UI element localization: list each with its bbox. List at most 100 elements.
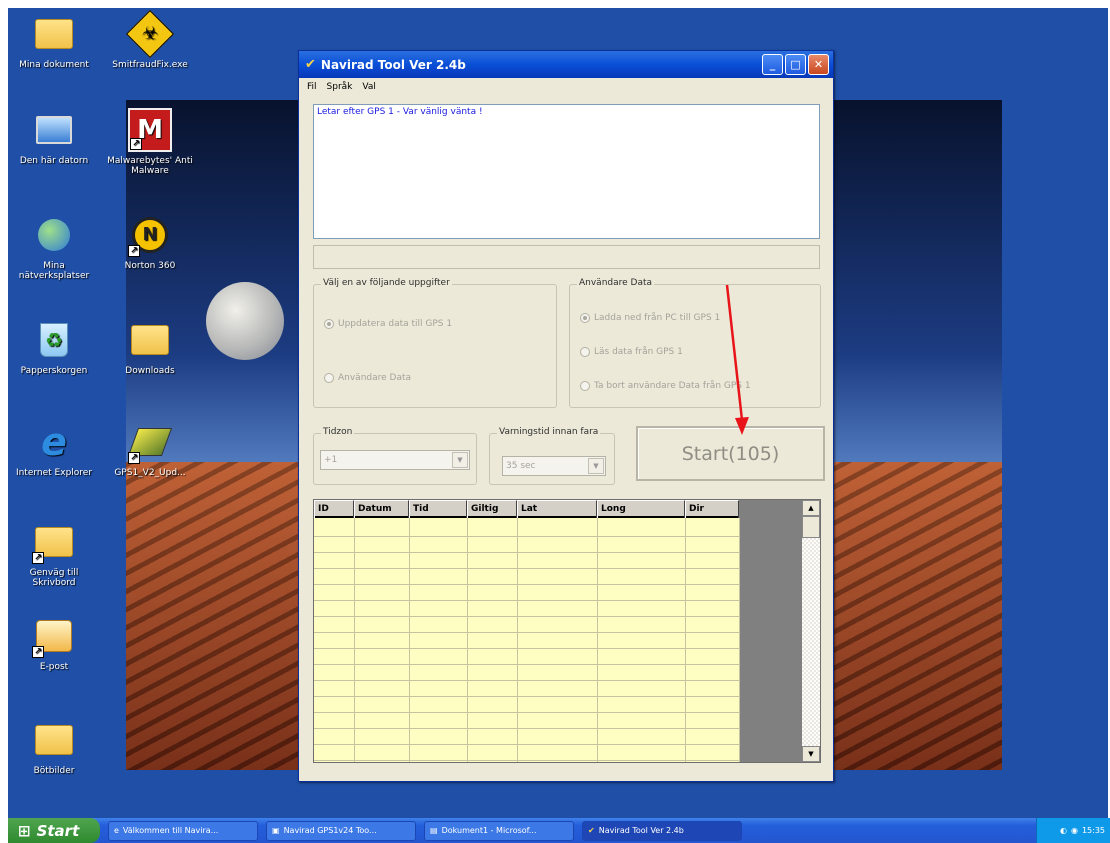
desktop-icon-botbilder[interactable]: Bötbilder (8, 718, 100, 776)
ie-icon: e (114, 826, 119, 835)
desktop-icon-internet-explorer[interactable]: e Internet Explorer (8, 420, 100, 478)
grid-row-line (314, 552, 739, 553)
window-titlebar[interactable]: ✔ Navirad Tool Ver 2.4b _ □ ✕ (299, 51, 833, 78)
log-textbox[interactable]: Letar efter GPS 1 - Var vänlig vänta ! (313, 104, 820, 239)
desktop-icon-malwarebytes[interactable]: M ↗ Malwarebytes' Anti Malware (104, 108, 196, 176)
grid-column-line (409, 518, 410, 762)
radio-user-data[interactable]: Användare Data (324, 373, 411, 383)
scroll-thumb[interactable] (802, 516, 820, 538)
clock[interactable]: 15:35 (1082, 826, 1105, 835)
column-tid[interactable]: Tid (409, 500, 467, 518)
grid-column-line (597, 518, 598, 762)
grid-column-line (517, 518, 518, 762)
radio-update-gps[interactable]: Uppdatera data till GPS 1 (324, 319, 452, 329)
window-title: Navirad Tool Ver 2.4b (320, 57, 466, 72)
email-icon: ↗ (32, 614, 76, 658)
folder-icon (128, 318, 172, 362)
grid-row-line (314, 632, 739, 633)
scroll-up-icon[interactable]: ▲ (802, 500, 820, 516)
grid-row-line (314, 600, 739, 601)
grid-row-line (314, 680, 739, 681)
desktop-icon-gps1-update[interactable]: ↗ GPS1_V2_Upd... (104, 420, 196, 478)
grid-row-line (314, 728, 739, 729)
norton-tray-icon[interactable]: ◉ (1071, 826, 1078, 835)
radio-download-pc-to-gps[interactable]: Ladda ned från PC till GPS 1 (580, 313, 720, 323)
desktop-icon-my-documents[interactable]: Mina dokument (8, 12, 100, 70)
warning-time-label: Varningstid innan fara (497, 427, 601, 437)
menu-file[interactable]: Fil (307, 82, 317, 92)
maximize-button[interactable]: □ (785, 54, 806, 75)
grid-column-line (354, 518, 355, 762)
grid-row-line (314, 664, 739, 665)
gps-update-icon: ↗ (127, 420, 173, 464)
menu-options[interactable]: Val (362, 82, 375, 92)
column-giltig[interactable]: Giltig (467, 500, 517, 518)
desktop-icon-email[interactable]: ↗ E-post (8, 614, 100, 672)
desktop-icon-my-computer[interactable]: Den här datorn (8, 108, 100, 166)
computer-icon (32, 108, 76, 152)
recycle-bin-icon: ♻ (32, 318, 76, 362)
desktop-icon-smitfraudfix[interactable]: ☣ SmitfraudFix.exe (104, 9, 196, 70)
system-tray: ◐ ◉ 15:35 (1036, 818, 1110, 843)
menubar: Fil Språk Val (299, 78, 833, 96)
ie-icon: e (41, 420, 67, 464)
word-icon: ▤ (430, 826, 438, 835)
user-data-groupbox: Användare Data Ladda ned från PC till GP… (569, 278, 821, 408)
desktop-icon-network[interactable]: Mina nätverksplatser (8, 213, 100, 281)
network-tray-icon[interactable]: ◐ (1060, 826, 1067, 835)
start-menu-button[interactable]: ⊞ Start (8, 818, 100, 843)
biohazard-icon: ☣ (125, 9, 175, 59)
tasks-groupbox: Välj en av följande uppgifter Uppdatera … (313, 278, 557, 408)
folder-shortcut-icon: ↗ (32, 520, 76, 564)
menu-language[interactable]: Språk (327, 82, 353, 92)
warning-time-groupbox: Varningstid innan fara 35 sec ▼ (489, 427, 615, 485)
grid-row-line (314, 760, 739, 761)
grid-body (314, 500, 740, 762)
taskbar-item-word[interactable]: ▤ Dokument1 - Microsof... (424, 820, 574, 841)
grid-column-line (467, 518, 468, 762)
app-icon: ✔ (588, 826, 595, 835)
minimize-button[interactable]: _ (762, 54, 783, 75)
column-id[interactable]: ID (314, 500, 354, 518)
wallpaper-moon (206, 282, 284, 360)
taskbar-item-navirad[interactable]: ✔ Navirad Tool Ver 2.4b (582, 820, 742, 841)
taskbar: ⊞ Start e Välkommen till Navira... ▣ Navira… (8, 818, 1110, 843)
timezone-select[interactable]: +1 ▼ (320, 450, 470, 470)
radio-read-gps[interactable]: Läs data från GPS 1 (580, 347, 683, 357)
warning-time-select[interactable]: 35 sec ▼ (502, 456, 606, 476)
chevron-down-icon: ▼ (452, 452, 468, 468)
column-dir[interactable]: Dir (685, 500, 739, 518)
grid-row-line (314, 712, 739, 713)
desktop-icon-downloads[interactable]: Downloads (104, 318, 196, 376)
grid-row-line (314, 616, 739, 617)
timezone-label: Tidzon (321, 427, 355, 437)
start-button[interactable]: Start(105) (636, 426, 825, 481)
log-message: Letar efter GPS 1 - Var vänlig vänta ! (317, 107, 483, 117)
taskbar-item-ie[interactable]: e Välkommen till Navira... (108, 820, 258, 841)
folder-icon (32, 718, 76, 762)
tasks-group-label: Välj en av följande uppgifter (321, 278, 452, 288)
column-datum[interactable]: Datum (354, 500, 409, 518)
app-icon: ✔ (305, 57, 316, 72)
desktop-icon-recycle-bin[interactable]: ♻ Papperskorgen (8, 318, 100, 376)
grid-row-line (314, 648, 739, 649)
radio-delete-user-data[interactable]: Ta bort användare Data från GPS 1 (580, 381, 751, 391)
taskbar-item-folder[interactable]: ▣ Navirad GPS1v24 Too... (266, 820, 416, 841)
status-panel (313, 245, 820, 269)
norton-icon: N ↗ (128, 213, 172, 257)
gps-data-grid[interactable]: ID Datum Tid Giltig Lat Long Dir ▲ ▼ (313, 499, 821, 763)
windows-logo-icon: ⊞ (18, 821, 31, 840)
scroll-down-icon[interactable]: ▼ (802, 746, 820, 762)
grid-column-line (739, 518, 740, 762)
desktop-icon-norton[interactable]: N ↗ Norton 360 (104, 213, 196, 271)
grid-row-line (314, 696, 739, 697)
grid-row-line (314, 536, 739, 537)
navirad-tool-window: ✔ Navirad Tool Ver 2.4b _ □ ✕ Fil Språk … (298, 50, 834, 782)
close-button[interactable]: ✕ (808, 54, 829, 75)
malwarebytes-icon: M ↗ (128, 108, 172, 152)
column-lat[interactable]: Lat (517, 500, 597, 518)
grid-vertical-scrollbar[interactable]: ▲ ▼ (802, 500, 820, 762)
desktop-icon-desktop-shortcut[interactable]: ↗ Genväg till Skrivbord (8, 520, 100, 588)
timezone-groupbox: Tidzon +1 ▼ (313, 427, 477, 485)
column-long[interactable]: Long (597, 500, 685, 518)
